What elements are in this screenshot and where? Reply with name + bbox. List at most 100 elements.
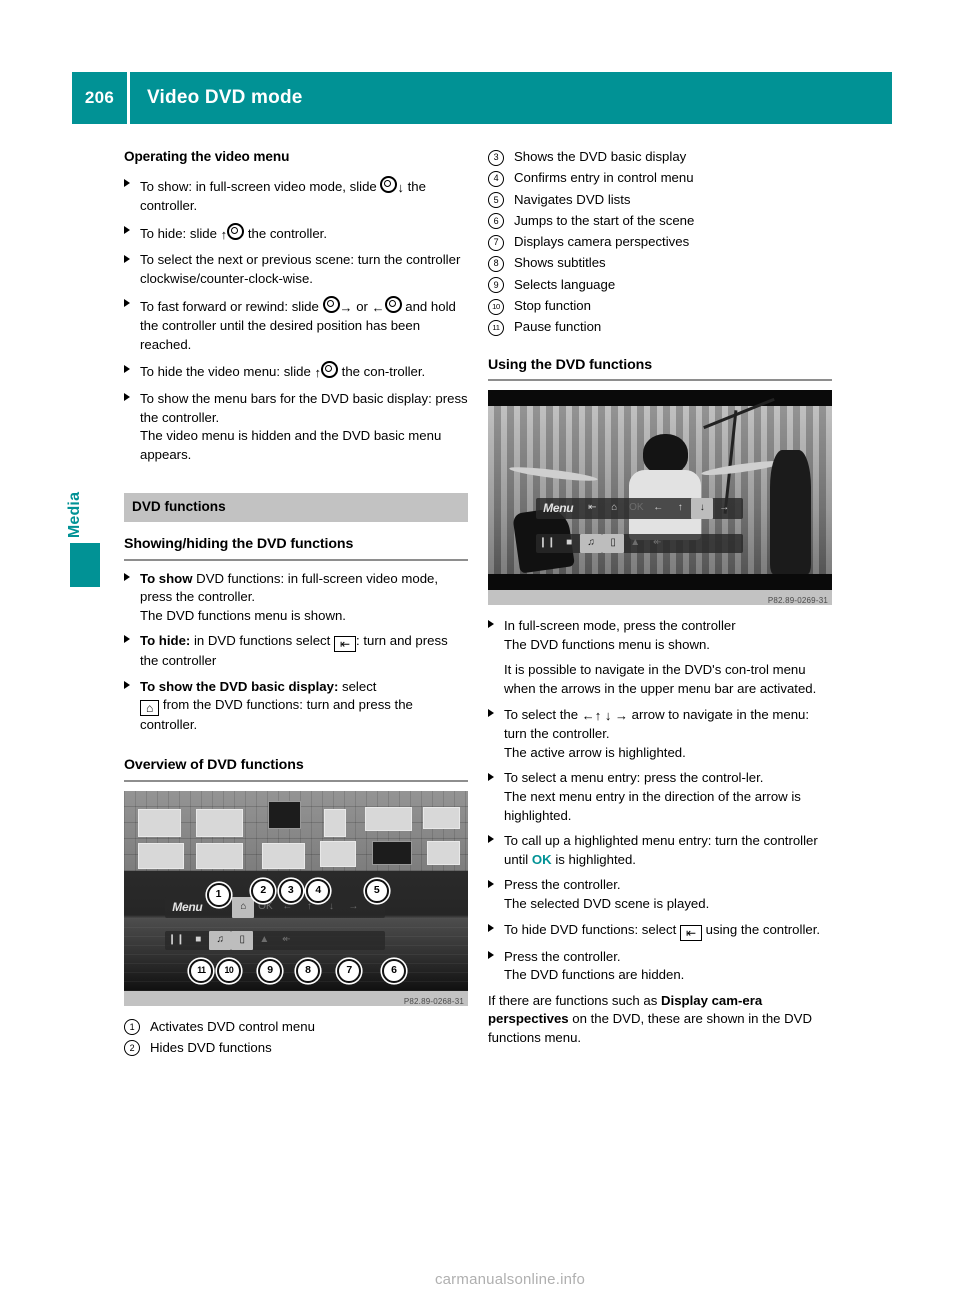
callout-3: 3: [278, 878, 303, 903]
callout-number: 5: [488, 192, 504, 209]
list-item: To hide: slide ↑ the controller.: [124, 222, 468, 245]
instruction-text: from the DVD functions: turn and press t…: [140, 697, 413, 733]
arrow-down-icon: ↓: [397, 179, 404, 195]
callout-row: 6 Jumps to the start of the scene: [488, 212, 832, 230]
callout-number: 7: [488, 234, 504, 251]
instruction-text: To fast forward or rewind: slide: [140, 298, 319, 314]
callout-text: Displays camera perspectives: [514, 234, 690, 250]
stop-icon: ■: [195, 933, 202, 945]
callout-number: 2: [124, 1040, 140, 1057]
ok-highlight: OK: [531, 851, 552, 867]
instruction-text: or: [356, 298, 368, 314]
instruction-bold: To show: [140, 570, 193, 586]
list-item: To hide the video menu: slide ↑ the con-…: [124, 361, 468, 383]
list-item: To show the DVD basic display: select ⌂ …: [124, 678, 468, 735]
bullet-arrow-icon: [124, 254, 130, 263]
arrow-right-icon: →: [348, 900, 359, 912]
callout-row: 7 Displays camera perspectives: [488, 233, 832, 251]
instruction-note: The video menu is hidden and the DVD bas…: [140, 428, 442, 462]
callout-text: Stop function: [514, 298, 591, 314]
dvd-menu-bar-bottom: ❙❙ ■ ♫ ▯ ▲ ↞: [536, 534, 743, 554]
ok-button: OK: [629, 502, 644, 514]
instruction-note: The DVD functions menu is shown.: [140, 607, 346, 623]
list-item: To fast forward or rewind: slide → or ← …: [124, 295, 468, 355]
arrow-up-icon: ↑: [220, 226, 228, 242]
instruction-text: the controller.: [247, 225, 327, 241]
callout-row: 9 Selects language: [488, 276, 832, 294]
stop-icon: ■: [566, 537, 573, 549]
bullet-arrow-icon: [124, 572, 130, 581]
bullet-arrow-icon: [488, 708, 494, 717]
lower-wall: [124, 918, 468, 991]
scene-start-icon: ↞: [282, 933, 291, 945]
figure-caption-bar: P82.89-0268-31: [124, 990, 468, 1006]
instruction-text: To call up a highlighted menu entry: tur…: [504, 833, 818, 867]
callout-row: 1 Activates DVD control menu: [124, 1018, 468, 1036]
controller-icon: [322, 295, 340, 313]
callout-row: 5 Navigates DVD lists: [488, 191, 832, 209]
callout-row: 3 Shows the DVD basic display: [488, 148, 832, 166]
instruction-note: The DVD functions menu is shown.: [504, 636, 710, 652]
list-item: To hide DVD functions: select ⇤ using th…: [488, 921, 832, 941]
instruction-note: The DVD functions are hidden.: [504, 967, 685, 983]
paragraph-block: It is possible to navigate in the DVD's …: [488, 661, 832, 698]
bullet-arrow-icon: [124, 225, 130, 234]
instruction-note: It is possible to navigate in the DVD's …: [504, 662, 817, 697]
instruction-text: To hide: slide: [140, 225, 217, 241]
bullet-arrow-icon: [488, 620, 494, 629]
instruction-text: To select the next or previous scene: tu…: [140, 252, 461, 286]
callout-number: 3: [488, 149, 504, 166]
instruction-text: To select the: [504, 706, 579, 722]
closing-text: If there are functions such as: [488, 992, 661, 1008]
menu-label: Menu: [172, 899, 203, 914]
list-item: To hide: in DVD functions select ⇤: turn…: [124, 632, 468, 671]
callout-6: 6: [382, 958, 406, 983]
home-icon: ⌂: [232, 896, 255, 918]
callout-text: Activates DVD control menu: [150, 1018, 315, 1034]
language-icon: ♫: [209, 930, 232, 950]
instruction-text: To hide DVD functions: select: [504, 921, 677, 937]
controller-icon: [320, 361, 338, 379]
callout-number: 9: [488, 277, 504, 294]
callout-row: 8 Shows subtitles: [488, 254, 832, 272]
back-icon: ⇤: [588, 502, 597, 514]
list-item: In full-screen mode, press the controlle…: [488, 617, 832, 654]
list-item: To show the menu bars for the DVD basic …: [124, 390, 468, 464]
page-number: 206: [84, 88, 115, 107]
page-title: Video DVD mode: [147, 87, 303, 108]
arrow-down-icon: ↓: [691, 498, 714, 520]
language-icon: ♫: [580, 534, 603, 554]
arrow-left-icon: ←: [371, 299, 385, 315]
page-header: 206 Video DVD mode: [72, 72, 892, 124]
arrow-left-icon: ←: [653, 502, 664, 514]
camera-icon: ▲: [630, 537, 641, 549]
instruction-text: is highlighted.: [555, 851, 636, 867]
list-item: To show DVD functions: in full-screen vi…: [124, 570, 468, 626]
callout-text: Shows the DVD basic display: [514, 149, 687, 164]
dvd-menu-bar-top: Menu ⇤ ⌂ OK ← ↑ ↓ →: [165, 896, 386, 918]
instruction-text: select: [338, 678, 377, 694]
drummer-head: [642, 434, 688, 475]
callout-10: 10: [216, 958, 241, 983]
controller-icon: [380, 175, 398, 193]
callout-text: Jumps to the start of the scene: [514, 212, 695, 228]
bullet-arrow-icon: [124, 393, 130, 402]
list-item: To select a menu entry: press the contro…: [488, 769, 832, 825]
figure-overview-dvd-functions: Menu ⇤ ⌂ OK ← ↑ ↓ → ❙❙ ■ ♫ ▯ ▲ ↞ 1 2 3 4…: [124, 790, 468, 1006]
dvd-menu-bar-top: Menu ⇤ ⌂ OK ← ↑ ↓ →: [536, 498, 743, 520]
camera-icon: ▲: [259, 933, 270, 945]
bullet-arrow-icon: [488, 923, 494, 932]
controller-icon: [227, 222, 245, 240]
section-bar-dvd-functions: DVD functions: [124, 493, 468, 522]
scene-start-icon: ↞: [652, 537, 662, 549]
instruction-text: Press the controller.: [504, 877, 621, 893]
bullet-arrow-icon: [124, 364, 130, 373]
instruction-text: using the controller.: [705, 921, 821, 937]
callout-11: 11: [189, 958, 214, 983]
callout-text: Pause function: [514, 319, 602, 335]
instruction-note: The selected DVD scene is played.: [504, 895, 710, 911]
callout-5: 5: [364, 878, 389, 903]
left-column: Operating the video menu To show: in ful…: [124, 148, 468, 1060]
side-tab-label: Media: [66, 491, 83, 539]
figure-caption-code: P82.89-0268-31: [403, 996, 464, 1006]
